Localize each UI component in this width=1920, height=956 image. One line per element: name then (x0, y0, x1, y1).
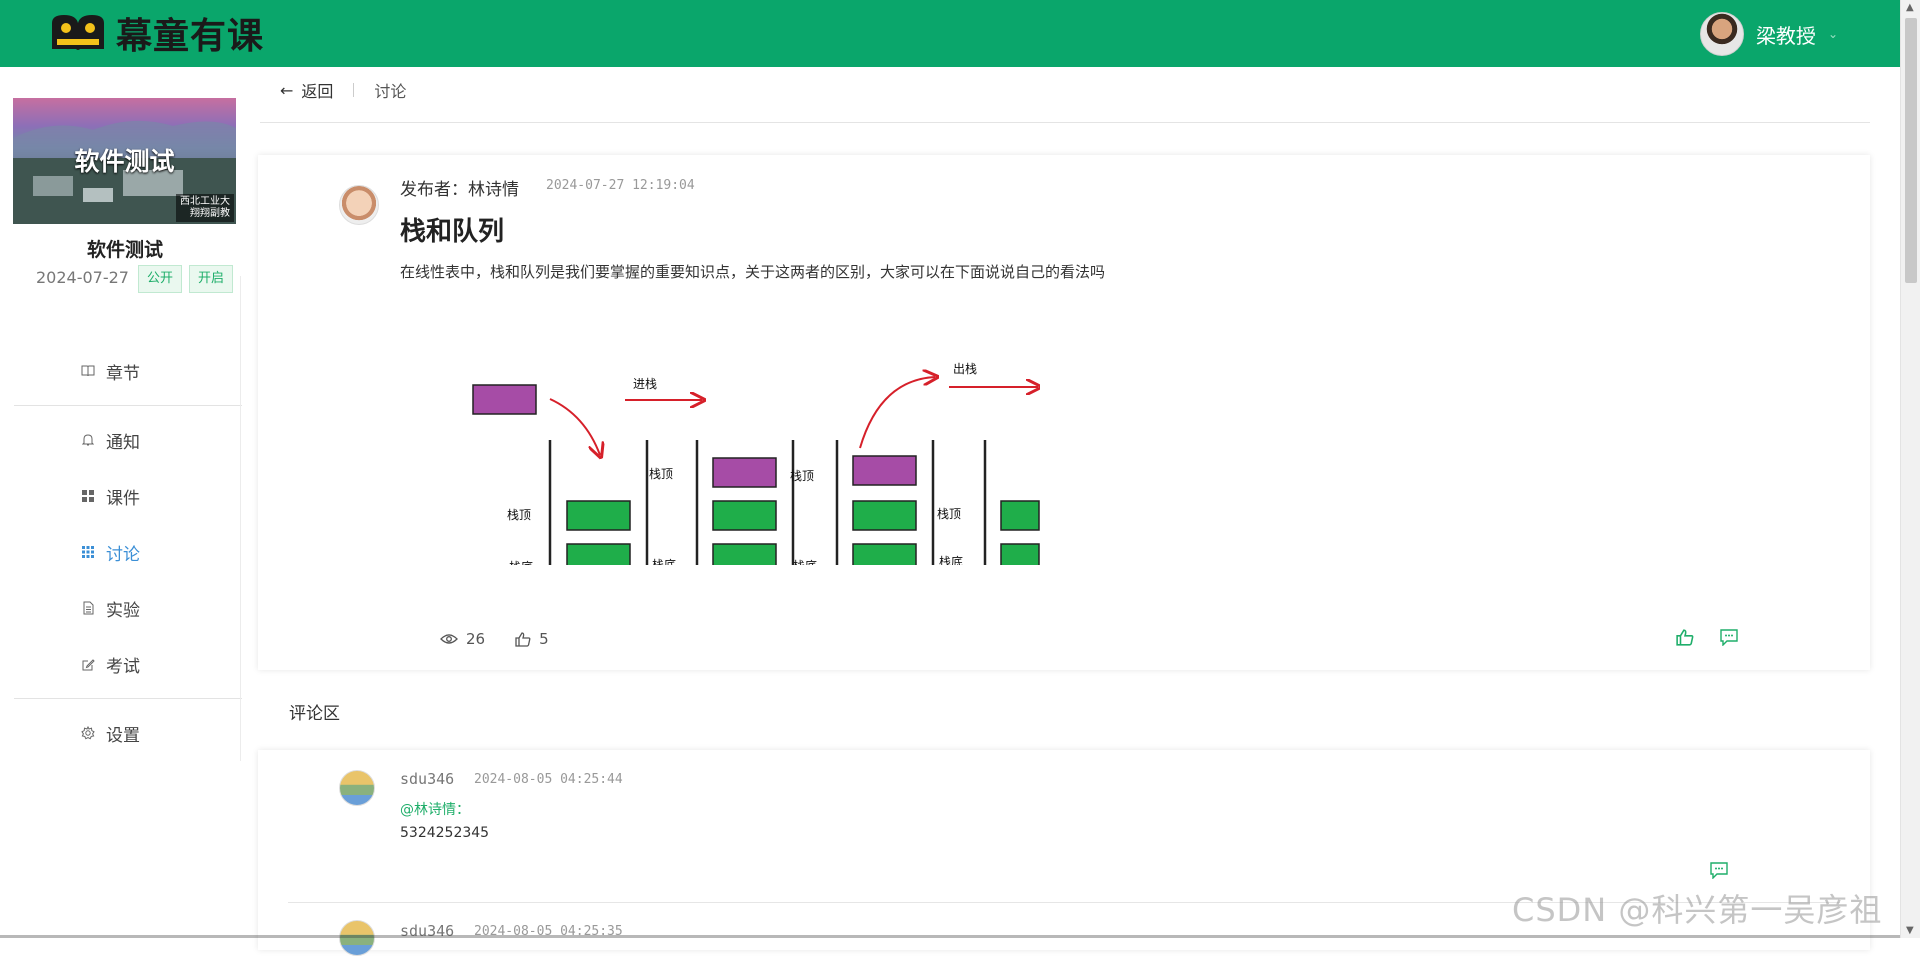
menu-divider (14, 405, 242, 406)
status-badge-public: 公开 (138, 265, 183, 293)
back-link[interactable]: ← 返回 (280, 78, 333, 102)
document-icon (80, 600, 96, 616)
diagram-label-bottom-1: 栈底 (509, 559, 533, 565)
post-author: 发布者：林诗情 (400, 180, 519, 200)
sidebar-item-notices[interactable]: 通知 (14, 412, 242, 468)
sidebar-item-exam[interactable]: 考试 (14, 636, 242, 692)
comment-icon (1720, 629, 1738, 647)
post-title: 栈和队列 (400, 217, 505, 247)
arrow-left-icon: ← (280, 80, 294, 100)
sidebar-menu: 章节 通知 课件 讨论 实验 考试 设置 (14, 343, 242, 761)
breadcrumb: ← 返回 讨论 (280, 78, 406, 102)
comment-mention[interactable]: @林诗情： (400, 799, 470, 819)
breadcrumb-current: 讨论 (374, 82, 407, 101)
view-count-value: 26 (466, 630, 486, 648)
reply-button[interactable] (1710, 862, 1728, 883)
logo-book-icon (52, 15, 104, 50)
sidebar-item-settings[interactable]: 设置 (14, 705, 242, 761)
sidebar-item-label: 通知 (106, 432, 140, 453)
post-stats: 26 5 (440, 630, 579, 648)
breadcrumb-divider (353, 83, 355, 97)
like-count: 5 (515, 630, 549, 648)
logo[interactable]: 幕童有课 (48, 10, 265, 57)
comment-text: 5324252345 (400, 825, 490, 841)
diagram-label-pop: 出栈 (953, 361, 977, 376)
post-card: 发布者：林诗情 2024-07-27 12:19:04 栈和队列 在线性表中，栈… (258, 155, 1870, 670)
scroll-down-icon[interactable]: ▼ (1906, 925, 1914, 936)
diagram-label-bottom-2: 栈底 (652, 557, 676, 565)
user-menu[interactable]: 梁教授 ⌄ (1699, 12, 1838, 56)
back-label[interactable]: 返回 (301, 78, 333, 102)
thumbs-up-icon (1676, 629, 1694, 646)
top-navbar: 幕童有课 梁教授 ⌄ (0, 0, 1900, 67)
comment-icon (1710, 862, 1728, 880)
cover-title: 软件测试 (74, 147, 175, 176)
diagram-label-bottom-3: 栈底 (793, 558, 817, 565)
cover-badge: 西北工业大 翔翔副教 (176, 194, 234, 222)
edit-icon (80, 656, 96, 672)
watermark: CSDN @科兴第一吴彦祖 (1512, 891, 1883, 929)
comment-button[interactable] (1720, 629, 1738, 650)
like-button[interactable] (1676, 629, 1694, 650)
sidebar-item-label: 讨论 (106, 544, 140, 565)
sidebar: 软件测试 西北工业大 翔翔副教 软件测试 2024-07-27 公开 开启 章节… (0, 67, 250, 938)
post-actions (1650, 629, 1738, 650)
user-name[interactable]: 梁教授 (1756, 20, 1816, 49)
sidebar-item-experiment[interactable]: 实验 (14, 580, 242, 636)
sidebar-item-label: 考试 (106, 656, 140, 677)
sidebar-divider (240, 276, 241, 761)
diagram-label-top-2: 栈顶 (649, 466, 673, 481)
diagram-label-top-4: 栈顶 (937, 506, 961, 521)
scroll-up-icon[interactable]: ▲ (1906, 2, 1914, 13)
diagram-label-bottom-4: 栈底 (939, 554, 963, 565)
diagram-label-push: 进栈 (633, 376, 657, 391)
view-count: 26 (440, 630, 485, 648)
cover-badge-line1: 西北工业大 (180, 196, 230, 207)
status-badge-open: 开启 (189, 265, 234, 293)
diagram-label-top-3: 栈顶 (790, 468, 814, 483)
course-name: 软件测试 (86, 239, 163, 261)
eye-icon (440, 634, 458, 644)
like-count-value: 5 (539, 630, 549, 648)
course-date: 2024-07-27 (36, 268, 129, 287)
sidebar-item-label: 章节 (106, 363, 140, 384)
user-avatar[interactable] (1699, 12, 1744, 56)
sidebar-item-label: 设置 (106, 725, 140, 746)
sidebar-item-label: 实验 (106, 600, 140, 621)
stack-diagram-image: 进栈 栈顶 栈底 栈顶 栈底 栈顶 栈底 出栈 栈顶 栈底 (472, 361, 1040, 565)
thumbs-up-icon (515, 631, 531, 647)
diagram-label-top-1: 栈顶 (507, 507, 531, 522)
post-body: 在线性表中，栈和队列是我们要掌握的重要知识点，关于这两者的区别，大家可以在下面说… (400, 263, 1106, 281)
comments-title: 评论区 (289, 704, 340, 724)
commenter-avatar[interactable] (339, 770, 375, 806)
sidebar-item-chapters[interactable]: 章节 (14, 343, 242, 399)
table-icon (80, 544, 96, 560)
logo-text: 幕童有课 (116, 16, 265, 57)
gear-icon (80, 725, 96, 741)
author-avatar[interactable] (339, 185, 379, 225)
commenter-avatar[interactable] (339, 920, 375, 956)
comment-user[interactable]: sdu346 (400, 770, 454, 788)
bell-icon (80, 432, 96, 448)
post-time: 2024-07-27 12:19:04 (546, 178, 695, 193)
menu-divider (14, 698, 242, 699)
page-scrollbar[interactable]: ▲ ▼ (1900, 0, 1920, 938)
chevron-down-icon[interactable]: ⌄ (1828, 27, 1838, 41)
sidebar-item-label: 课件 (106, 488, 140, 509)
cover-badge-line2: 翔翔副教 (190, 208, 230, 219)
course-cover-image: 软件测试 西北工业大 翔翔副教 (13, 98, 236, 224)
header-divider (260, 122, 1870, 123)
sidebar-item-courseware[interactable]: 课件 (14, 468, 242, 524)
comment-time: 2024-08-05 04:25:44 (474, 772, 623, 787)
scrollbar-thumb[interactable] (1905, 18, 1917, 283)
sidebar-item-discussion[interactable]: 讨论 (14, 524, 242, 580)
book-icon (80, 363, 96, 379)
grid-icon (80, 488, 96, 504)
